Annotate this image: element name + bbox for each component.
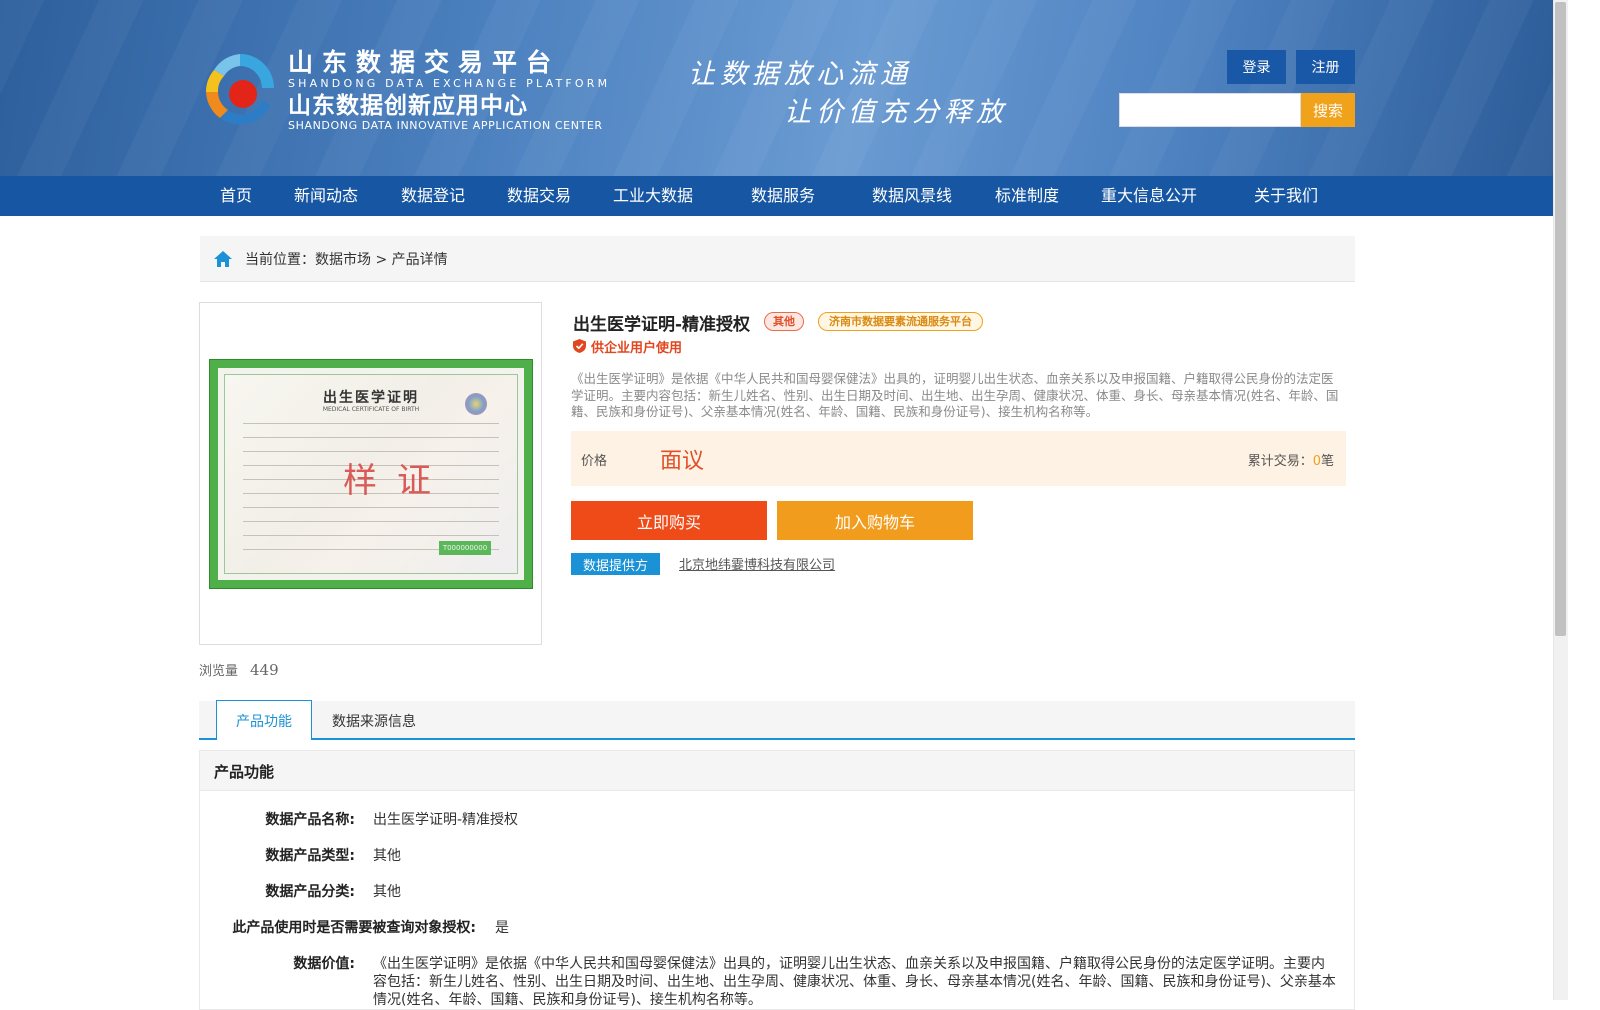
- logo-subtitle-cn: 山东数据创新应用中心: [288, 93, 528, 119]
- breadcrumb-text: 当前位置：数据市场 > 产品详情: [245, 249, 448, 269]
- buy-now-button[interactable]: 立即购买: [571, 501, 767, 540]
- detail-value: 其他: [373, 884, 401, 900]
- breadcrumb: 当前位置：数据市场 > 产品详情: [200, 236, 1355, 282]
- nav-news[interactable]: 新闻动态: [294, 176, 358, 216]
- certificate-title: 出生医学证明: [323, 390, 419, 406]
- nav-data-register[interactable]: 数据登记: [401, 176, 465, 216]
- certificate-line: [243, 521, 499, 522]
- product-image[interactable]: 出生医学证明 MEDICAL CERTIFICATE OF BIRTH 样证 T…: [209, 359, 533, 589]
- logo-title-en: SHANDONG DATA EXCHANGE PLATFORM: [288, 77, 611, 90]
- logo-subtitle-en: SHANDONG DATA INNOVATIVE APPLICATION CEN…: [288, 119, 603, 132]
- detail-value: 是: [495, 920, 509, 936]
- certificate-line: [243, 423, 499, 424]
- price-bar: 价格 面议 累计交易：0笔: [571, 431, 1346, 486]
- views-label: 浏览量: [199, 664, 239, 679]
- breadcrumb-separator: >: [371, 252, 392, 268]
- tab-data-source[interactable]: 数据来源信息: [319, 701, 429, 740]
- certificate-subtitle: MEDICAL CERTIFICATE OF BIRTH: [322, 406, 420, 413]
- nav-home[interactable]: 首页: [220, 176, 252, 216]
- trade-unit: 笔: [1320, 454, 1334, 469]
- shield-check-icon: [573, 339, 586, 353]
- certificate-line: [243, 451, 499, 452]
- panel-heading: 产品功能: [214, 763, 275, 781]
- header-banner: 山东数据交易平台 SHANDONG DATA EXCHANGE PLATFORM…: [0, 0, 1553, 176]
- detail-key: 数据价值:: [293, 956, 355, 972]
- detail-tabs: 产品功能 数据来源信息: [199, 700, 1355, 740]
- product-type-tag: 其他: [764, 312, 804, 331]
- nav-standards[interactable]: 标准制度: [995, 176, 1059, 216]
- platform-tag: 济南市数据要素流通服务平台: [818, 312, 983, 331]
- provider-tag: 数据提供方: [571, 553, 660, 575]
- certificate-line: [243, 437, 499, 438]
- nav-data-trade[interactable]: 数据交易: [507, 176, 571, 216]
- product-title: 出生医学证明-精准授权: [573, 315, 751, 335]
- certificate-code: T000000000: [439, 541, 491, 555]
- slogan-line-1: 让数据放心流通: [688, 59, 912, 90]
- product-image-frame: 出生医学证明 MEDICAL CERTIFICATE OF BIRTH 样证 T…: [199, 302, 542, 645]
- detail-value: 其他: [373, 848, 401, 864]
- certificate-body: 出生医学证明 MEDICAL CERTIFICATE OF BIRTH 样证 T…: [224, 374, 518, 574]
- price-label: 价格: [581, 454, 608, 469]
- panel-header: 产品功能: [200, 751, 1354, 791]
- detail-key: 数据产品类型:: [265, 848, 355, 864]
- views-number: 449: [250, 661, 279, 679]
- logo-icon: [205, 54, 274, 125]
- search-input[interactable]: [1119, 93, 1301, 127]
- nav-data-scenery[interactable]: 数据风景线: [872, 176, 952, 216]
- certificate-line: [243, 507, 499, 508]
- slogan-line-2: 让价值充分释放: [784, 97, 1008, 128]
- product-function-panel: 产品功能 数据产品名称: 出生医学证明-精准授权 数据产品类型: 其他 数据产品…: [199, 750, 1355, 1010]
- view-count: 浏览量 449: [199, 660, 279, 679]
- nav-disclosure[interactable]: 重大信息公开: [1101, 176, 1197, 216]
- tab-product-function[interactable]: 产品功能: [216, 700, 312, 740]
- product-description: 《出生医学证明》是依据《中华人民共和国母婴保健法》出具的，证明婴儿出生状态、血亲…: [571, 371, 1339, 419]
- detail-key: 数据产品分类:: [265, 884, 355, 900]
- detail-value: 《出生医学证明》是依据《中华人民共和国母婴保健法》出具的，证明婴儿出生状态、血亲…: [373, 956, 1336, 1008]
- scrollbar-thumb[interactable]: [1555, 2, 1566, 636]
- logo-title-cn: 山东数据交易平台: [288, 48, 561, 77]
- audience-label: 供企业用户使用: [591, 341, 683, 356]
- login-button[interactable]: 登录: [1227, 50, 1286, 84]
- search-button[interactable]: 搜索: [1301, 93, 1355, 127]
- breadcrumb-current: 产品详情: [391, 252, 448, 268]
- detail-value: 出生医学证明-精准授权: [373, 812, 519, 828]
- certificate-line: [243, 535, 499, 536]
- sample-stamp: 样证: [343, 461, 451, 501]
- add-to-cart-button[interactable]: 加入购物车: [777, 501, 973, 540]
- price-value: 面议: [660, 449, 705, 474]
- trade-prefix: 累计交易：: [1247, 454, 1313, 469]
- breadcrumb-prefix: 当前位置：: [245, 252, 315, 268]
- trade-number: 0: [1312, 454, 1321, 469]
- nav-industrial-data[interactable]: 工业大数据: [613, 176, 693, 216]
- nav-data-service[interactable]: 数据服务: [751, 176, 815, 216]
- trade-count: 累计交易：0笔: [1248, 450, 1334, 469]
- detail-key: 数据产品名称:: [265, 812, 355, 828]
- provider-link[interactable]: 北京地纬霎博科技有限公司: [679, 554, 835, 573]
- logo-text: 山东数据交易平台 SHANDONG DATA EXCHANGE PLATFORM…: [288, 48, 610, 132]
- detail-key: 此产品使用时是否需要被查询对象授权:: [232, 920, 476, 936]
- nav-about[interactable]: 关于我们: [1254, 176, 1318, 216]
- register-button[interactable]: 注册: [1296, 50, 1355, 84]
- breadcrumb-market-link[interactable]: 数据市场: [315, 252, 371, 268]
- home-icon: [214, 251, 232, 267]
- main-nav: 首页 新闻动态 数据登记 数据交易 工业大数据 数据服务 数据风景线 标准制度 …: [0, 176, 1553, 216]
